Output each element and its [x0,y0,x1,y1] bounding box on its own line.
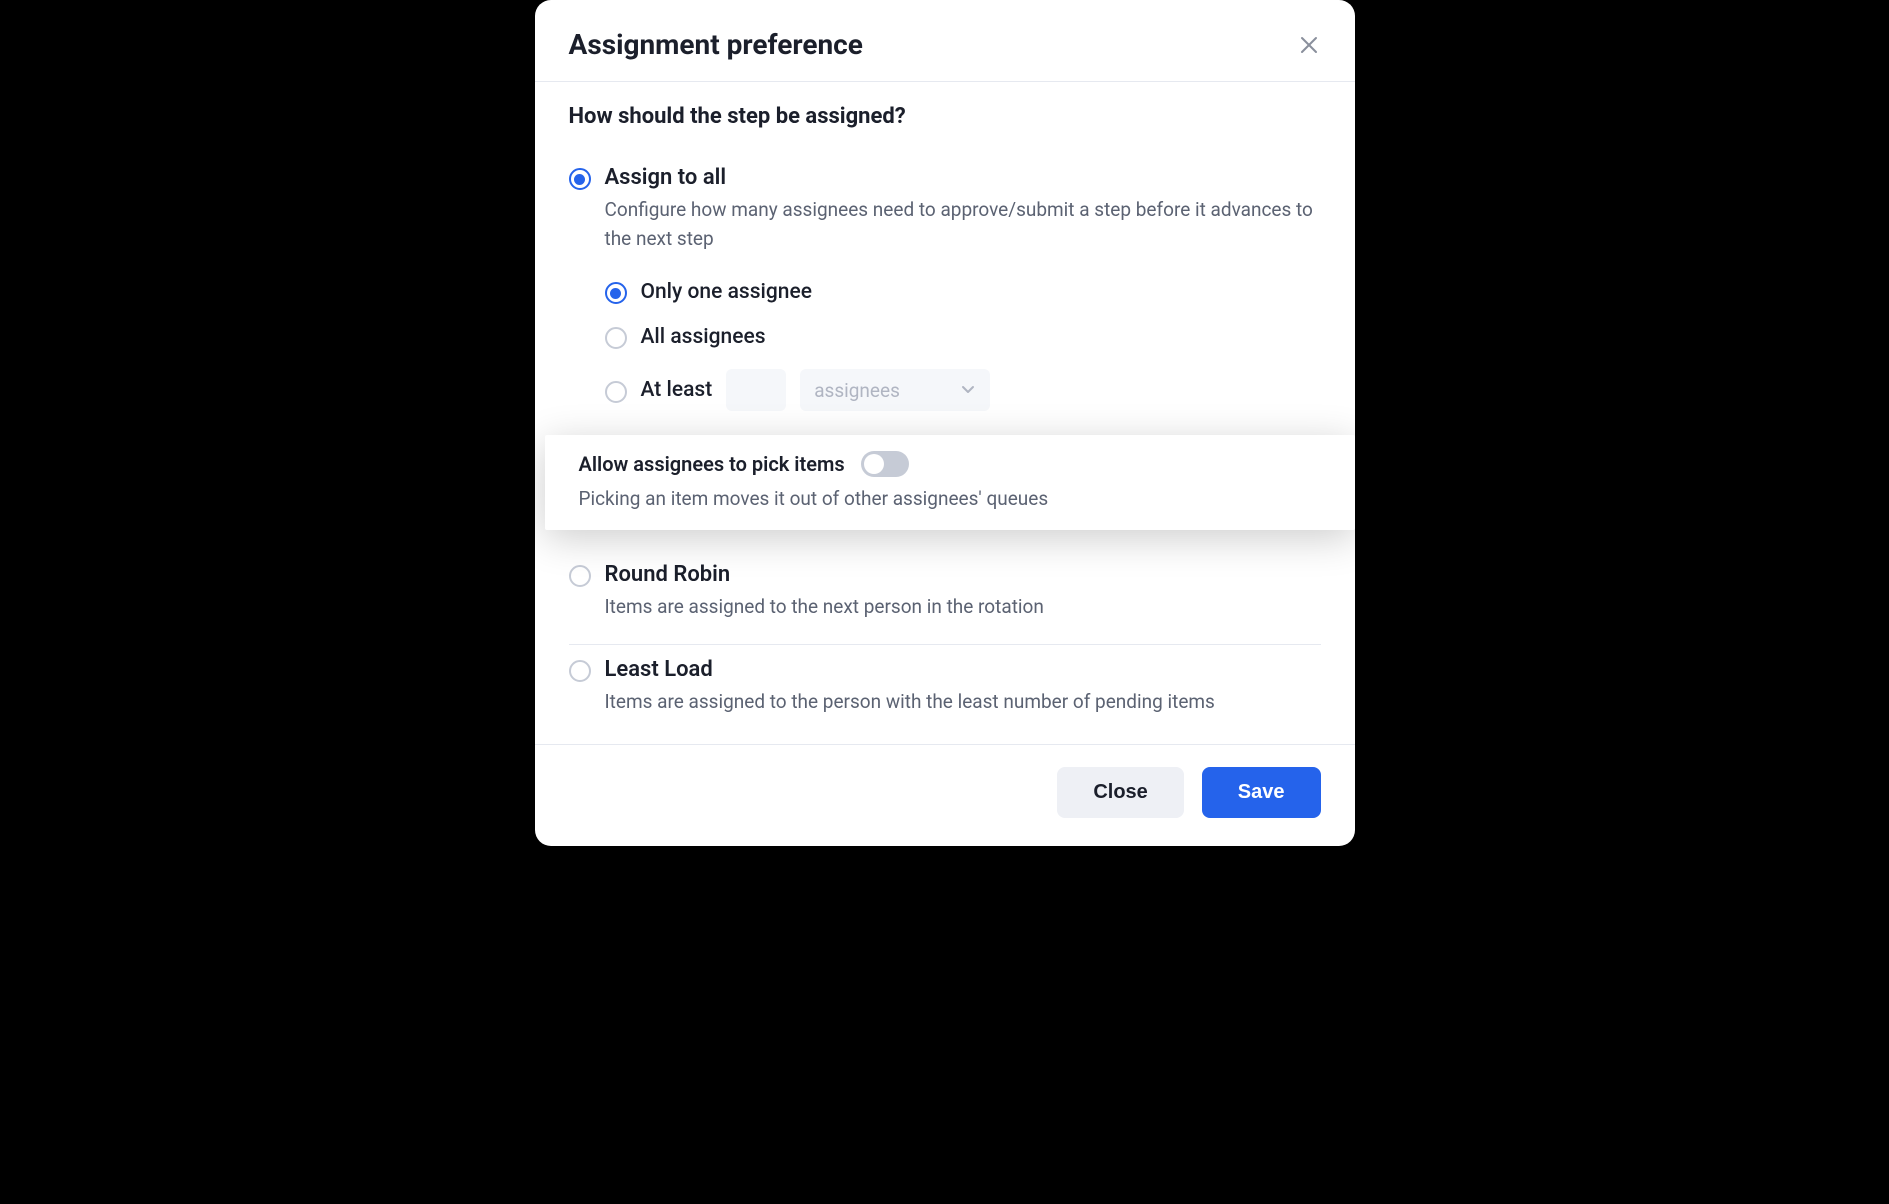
allow-pick-panel: Allow assignees to pick items Picking an… [545,435,1355,530]
sub-options: Only one assignee All assignees At least… [605,269,1321,421]
radio-at-least[interactable] [605,381,627,403]
option-title-least-load: Least Load [605,657,1321,682]
modal-body: How should the step be assigned? Assign … [535,82,1355,728]
close-button[interactable]: Close [1057,767,1183,818]
modal-footer: Close Save [535,744,1355,846]
allow-pick-toggle[interactable] [861,451,909,477]
option-desc-assign-all: Configure how many assignees need to app… [605,196,1321,253]
option-round-robin[interactable]: Round Robin Items are assigned to the ne… [569,550,1321,645]
dropdown-label: assignees [814,379,900,402]
option-desc-round-robin: Items are assigned to the next person in… [605,593,1321,622]
section-heading: How should the step be assigned? [569,104,1321,129]
radio-all-assignees[interactable] [605,327,627,349]
allow-pick-label: Allow assignees to pick items [579,452,845,476]
sub-option-at-least[interactable]: At least assignees [605,359,1321,421]
assignees-dropdown[interactable]: assignees [800,369,990,411]
option-assign-to-all[interactable]: Assign to all Configure how many assigne… [569,153,1321,550]
chevron-down-icon [960,379,976,402]
option-least-load[interactable]: Least Load Items are assigned to the per… [569,645,1321,729]
sub-option-all[interactable]: All assignees [605,314,1321,359]
save-button[interactable]: Save [1202,767,1321,818]
allow-pick-description: Picking an item moves it out of other as… [579,487,1321,510]
radio-least-load[interactable] [569,660,591,682]
option-title-assign-all: Assign to all [605,165,1321,190]
toggle-knob [864,454,884,474]
close-icon[interactable] [1297,33,1321,57]
assignment-preference-modal: Assignment preference How should the ste… [535,0,1355,846]
at-least-count-input[interactable] [726,369,786,411]
radio-round-robin[interactable] [569,565,591,587]
option-title-round-robin: Round Robin [605,562,1321,587]
sub-title-only-one: Only one assignee [641,280,812,304]
option-desc-least-load: Items are assigned to the person with th… [605,688,1321,717]
allow-pick-row: Allow assignees to pick items [579,451,1321,477]
modal-title: Assignment preference [569,28,863,61]
radio-assign-to-all[interactable] [569,168,591,190]
sub-option-only-one[interactable]: Only one assignee [605,269,1321,314]
sub-title-at-least: At least [641,378,713,402]
modal-header: Assignment preference [535,0,1355,82]
sub-title-all: All assignees [641,325,766,349]
radio-only-one[interactable] [605,282,627,304]
